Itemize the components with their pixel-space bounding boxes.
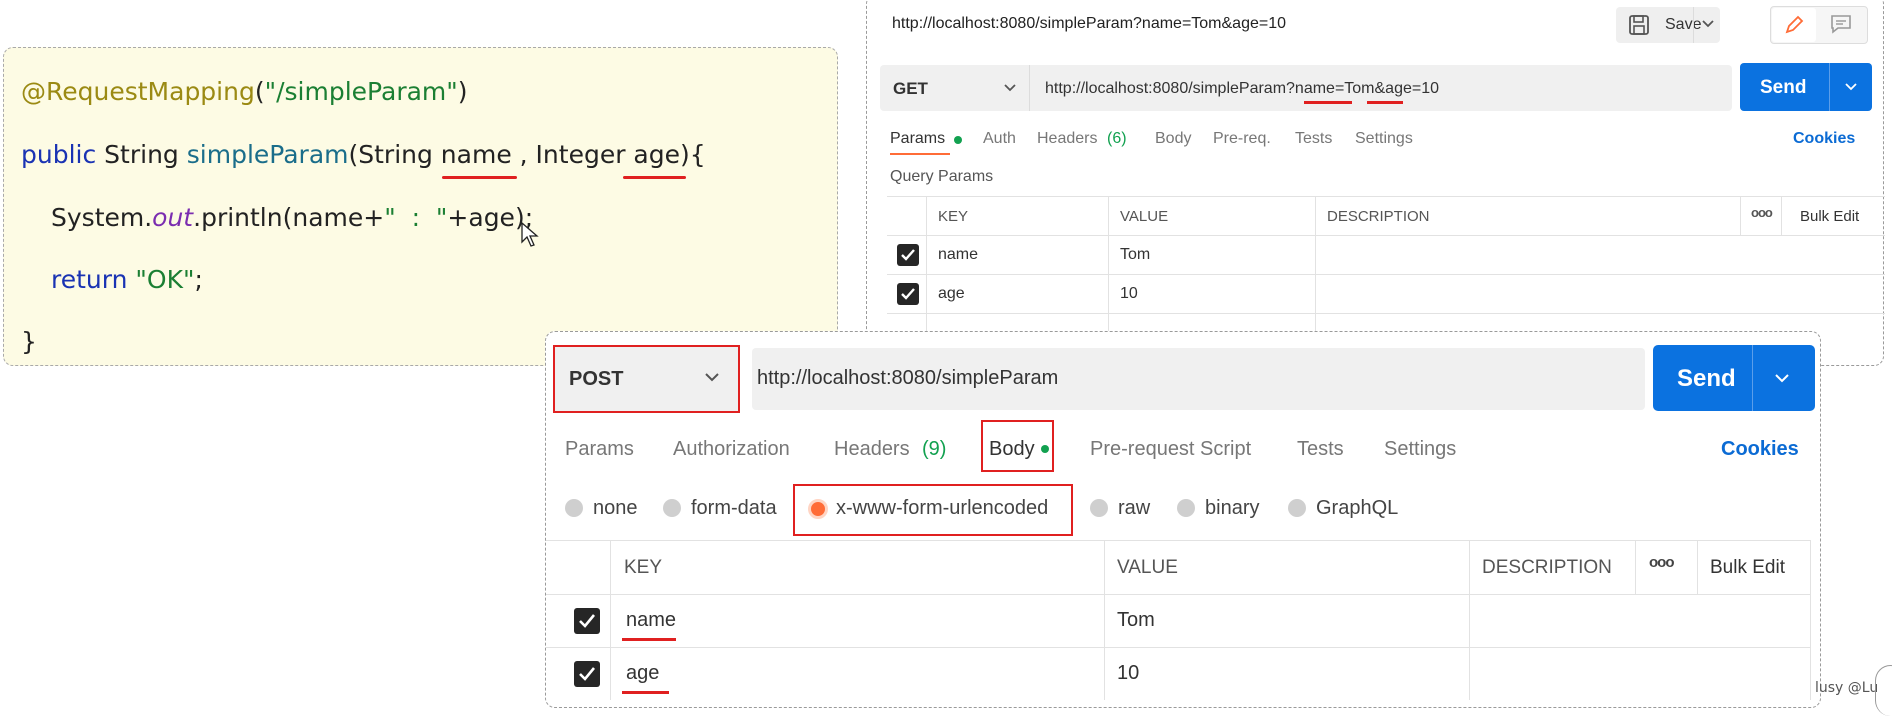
cookies-link[interactable]: Cookies [1793,130,1855,148]
check-icon [579,614,596,628]
headers-count: (9) [922,438,947,460]
method-chevron-icon[interactable] [1003,83,1017,93]
param-value[interactable]: Tom [1117,609,1155,632]
tab-body[interactable]: Body [1155,130,1191,148]
radio-graphql[interactable] [1288,499,1306,517]
send-chevron-icon[interactable] [1774,373,1790,384]
underline-name-key [622,638,676,641]
radio-raw[interactable] [1090,499,1108,517]
cookies-link[interactable]: Cookies [1721,438,1799,461]
param-value[interactable]: 10 [1120,285,1138,303]
request-title: http://localhost:8080/simpleParam?name=T… [892,15,1287,32]
code-line-println: System.out.println(name+" : "+age); [51,203,534,232]
corner-decoration [1875,665,1892,716]
check-icon [901,288,915,300]
radio-label-graphql: GraphQL [1316,497,1399,519]
request-panel-post: POST http://localhost:8080/simpleParam S… [545,331,1821,708]
radio-x-www-form-urlencoded[interactable] [808,499,828,519]
param-key[interactable]: age [626,662,659,685]
more-options-icon[interactable]: ooo [1649,554,1674,571]
tab-params[interactable]: Params [565,438,634,461]
tab-settings[interactable]: Settings [1384,438,1456,461]
method-name: simpleParam [186,140,349,169]
comment-icon[interactable] [1830,14,1852,34]
active-tab-indicator [890,153,950,155]
save-label: Save [1665,16,1702,33]
tab-pre-request-script[interactable]: Pre-request Script [1090,438,1251,461]
row-checkbox[interactable] [897,283,919,305]
code-line-signature: public String simpleParam(String name , … [21,140,706,169]
bulk-edit-button[interactable]: Bulk Edit [1710,557,1785,579]
tab-auth[interactable]: Auth [983,130,1016,148]
underline-age-key [622,691,669,694]
bulk-edit-button[interactable]: Bulk Edit [1800,208,1859,225]
param-key[interactable]: name [626,609,676,632]
tab-tests[interactable]: Tests [1297,438,1344,461]
tab-settings[interactable]: Settings [1355,130,1413,148]
method-select[interactable]: GET [893,79,928,99]
column-description: DESCRIPTION [1482,557,1612,578]
underline-age-param [1367,101,1403,104]
radio-label-binary: binary [1205,497,1260,519]
param-value[interactable]: Tom [1120,246,1150,264]
column-key: KEY [938,208,969,225]
tab-headers[interactable]: Headers [834,438,910,461]
param-value[interactable]: 10 [1117,662,1139,685]
code-line-annotation: @RequestMapping("/simpleParam") [21,77,468,106]
radio-label-raw: raw [1118,497,1151,519]
tab-pre-request[interactable]: Pre-req. [1213,130,1271,148]
radio-form-data[interactable] [663,499,681,517]
send-label: Send [1677,365,1736,392]
mouse-pointer-icon [521,222,539,247]
column-value: VALUE [1120,208,1169,225]
tab-headers[interactable]: Headers [1037,130,1097,148]
code-line-return: return "OK"; [51,265,203,294]
radio-label-none: none [593,497,638,519]
column-key: KEY [624,557,663,578]
params-status-dot [954,136,962,144]
row-checkbox[interactable] [574,661,600,687]
radio-none[interactable] [565,499,583,517]
tab-params[interactable]: Params [890,130,945,148]
method-select[interactable]: POST [569,368,623,391]
radio-binary[interactable] [1177,499,1195,517]
underline-name-param [1304,101,1352,104]
save-dropdown-chevron-icon[interactable] [1701,19,1715,29]
underline-name [442,176,517,179]
send-chevron-icon[interactable] [1844,82,1858,92]
row-checkbox[interactable] [574,608,600,634]
tab-authorization[interactable]: Authorization [673,438,790,461]
watermark-text: lusy @Lu [1815,680,1879,696]
tab-body[interactable]: Body [989,438,1035,461]
pencil-icon [1785,15,1804,34]
more-options-icon[interactable]: ooo [1751,205,1773,220]
param-key[interactable]: age [938,285,965,303]
column-description: DESCRIPTION [1327,208,1430,225]
headers-count: (6) [1107,130,1127,147]
check-icon [579,667,596,681]
column-value: VALUE [1117,557,1178,578]
send-label: Send [1760,77,1807,98]
radio-label-x-www-form-urlencoded: x-www-form-urlencoded [836,497,1049,519]
annotation-text: @RequestMapping [21,77,255,106]
code-panel: @RequestMapping("/simpleParam") public S… [3,47,838,366]
section-title: Query Params [890,168,994,185]
param-key[interactable]: name [938,246,978,264]
radio-label-form-data: form-data [691,497,777,519]
method-chevron-icon[interactable] [704,372,720,383]
request-panel-get: http://localhost:8080/simpleParam?name=T… [866,0,1885,367]
underline-age [623,176,686,179]
body-status-dot [1041,445,1049,453]
url-input[interactable]: http://localhost:8080/simpleParam [757,367,1058,390]
url-input[interactable]: http://localhost:8080/simpleParam?name=T… [1045,80,1439,98]
mapping-string: "/simpleParam" [264,77,458,106]
tab-tests[interactable]: Tests [1295,130,1332,148]
code-line-close: } [21,327,37,356]
check-icon [901,249,915,261]
method-params: (String name , Integer age){ [348,140,706,169]
save-icon [1629,15,1649,35]
row-checkbox[interactable] [897,244,919,266]
